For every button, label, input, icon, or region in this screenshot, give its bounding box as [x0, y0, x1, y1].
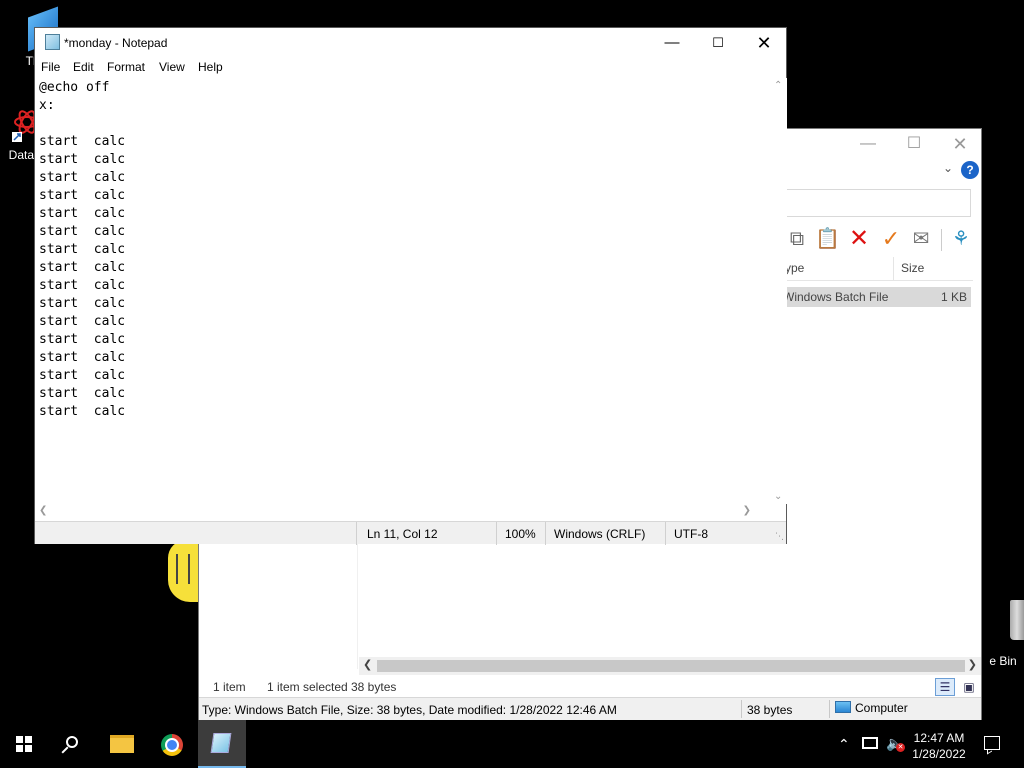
zoom-level: 100% [505, 527, 536, 541]
resize-grip-icon[interactable]: ⋱ [775, 531, 784, 542]
maximize-button[interactable]: ☐ [695, 28, 741, 58]
notepad-app-icon[interactable] [45, 34, 60, 50]
explorer-minimize-button[interactable]: — [855, 133, 881, 155]
notepad-window[interactable]: *monday - Notepad — ☐ ✕ File Edit Format… [34, 27, 787, 545]
explorer-status-bar: 1 item 1 item selected 38 bytes ☰ ▣ [199, 675, 981, 697]
explorer-toolbar: ⧉ 📋 ✕ ✓ ✉ ⚘ [779, 225, 979, 255]
line-ending-type: Windows (CRLF) [554, 527, 646, 541]
horizontal-scrollbar[interactable]: ❮ ❯ [35, 504, 771, 520]
close-button[interactable]: ✕ [741, 28, 787, 58]
notepad-status-bar: Ln 11, Col 12 100% Windows (CRLF) UTF-8 … [35, 521, 786, 545]
rename-icon[interactable]: ✉ [909, 227, 933, 251]
window-title: *monday - Notepad [64, 36, 168, 50]
explorer-details-bar: Type: Windows Batch File, Size: 38 bytes… [199, 697, 981, 720]
details-view-icon[interactable]: ☰ [935, 678, 955, 696]
recycle-bin-icon [1010, 600, 1024, 640]
recycle-bin-label: e Bin [989, 654, 1017, 668]
scroll-down-icon[interactable]: ⌄ [774, 491, 782, 502]
system-clock[interactable]: 12:47 AM 1/28/2022 [904, 730, 974, 762]
file-size-cell: 1 KB [940, 290, 967, 304]
location-label: Computer [855, 701, 908, 715]
divider [829, 700, 830, 718]
scroll-right-icon[interactable]: ❯ [968, 658, 977, 671]
taskbar-file-explorer[interactable] [98, 720, 146, 768]
divider [665, 522, 666, 545]
chevron-down-icon[interactable]: ⌄ [943, 161, 953, 175]
help-icon[interactable]: ? [961, 161, 979, 179]
menu-edit[interactable]: Edit [73, 60, 94, 74]
file-list-header: ype Size [779, 257, 973, 281]
file-details-text: Type: Windows Batch File, Size: 38 bytes… [202, 703, 617, 717]
explorer-horizontal-scrollbar[interactable]: ❮ ❯ [359, 657, 981, 675]
menu-bar: File Edit Format View Help [35, 58, 786, 78]
tiles-view-icon[interactable]: ▣ [959, 678, 979, 696]
file-type-cell: Windows Batch File [783, 290, 889, 304]
file-details-size: 38 bytes [747, 703, 793, 717]
scroll-right-icon[interactable]: ❯ [743, 505, 751, 516]
divider [741, 700, 742, 718]
column-header-size[interactable]: Size [901, 261, 924, 275]
text-editor-area[interactable]: @echo off x: start calc start calc start… [35, 78, 771, 504]
scrollbar-thumb[interactable] [377, 660, 965, 672]
explorer-maximize-button[interactable]: ☐ [901, 133, 927, 155]
scroll-left-icon[interactable]: ❮ [363, 658, 372, 671]
location-zone: Computer [835, 701, 908, 715]
menu-format[interactable]: Format [107, 60, 145, 74]
minimize-button[interactable]: — [649, 28, 695, 58]
show-hidden-icons-chevron-icon[interactable]: ⌃ [838, 736, 850, 753]
checkmark-icon[interactable]: ✓ [879, 227, 903, 251]
notification-center-icon[interactable] [984, 736, 1000, 750]
clock-time: 12:47 AM [913, 731, 965, 745]
cursor-position: Ln 11, Col 12 [367, 527, 438, 541]
desktop: Thi DataW e Bin — ☐ ✕ ⌄ ? [0, 0, 1024, 720]
taskbar: ⌃ 🔈 ✕ 12:47 AM 1/28/2022 [0, 720, 1024, 768]
divider [496, 522, 497, 545]
explorer-close-button[interactable]: ✕ [947, 133, 973, 155]
yellow-desktop-icon[interactable] [168, 540, 202, 602]
menu-view[interactable]: View [159, 60, 185, 74]
taskbar-chrome[interactable] [148, 720, 196, 768]
notepad-titlebar[interactable]: *monday - Notepad — ☐ ✕ [35, 28, 786, 58]
network-icon[interactable] [862, 737, 878, 749]
file-row-selected[interactable]: Windows Batch File 1 KB [779, 287, 971, 307]
delete-icon[interactable]: ✕ [847, 227, 871, 251]
selected-size: 38 bytes [351, 680, 397, 694]
chrome-icon [161, 734, 183, 756]
column-header-type[interactable]: ype [785, 261, 804, 275]
explorer-address-bar[interactable] [779, 189, 971, 217]
start-button[interactable] [0, 720, 48, 768]
computer-icon [835, 701, 851, 713]
encoding: UTF-8 [674, 527, 708, 541]
menu-help[interactable]: Help [198, 60, 223, 74]
taskbar-notepad[interactable] [198, 720, 246, 768]
column-divider[interactable] [893, 257, 894, 281]
navigation-pane-divider[interactable] [357, 539, 358, 669]
search-icon-handle [61, 746, 69, 754]
paste-icon[interactable]: 📋 [815, 227, 840, 251]
vertical-scrollbar[interactable]: ⌃ ⌄ [771, 78, 787, 504]
shell-icon[interactable]: ⚘ [949, 227, 973, 251]
scroll-left-icon[interactable]: ❮ [39, 505, 47, 516]
scroll-up-icon[interactable]: ⌃ [774, 80, 782, 91]
clock-date: 1/28/2022 [912, 747, 966, 761]
selected-count: 1 item selected [267, 680, 348, 694]
divider [356, 522, 357, 545]
item-count: 1 item [213, 680, 246, 694]
toolbar-separator [941, 229, 942, 251]
copy-icon[interactable]: ⧉ [785, 227, 809, 251]
notepad-icon [210, 733, 232, 753]
menu-file[interactable]: File [41, 60, 60, 74]
recycle-bin-desktop-icon[interactable]: e Bin [982, 600, 1024, 668]
windows-logo-icon [16, 736, 32, 752]
search-button[interactable] [48, 720, 96, 768]
divider [545, 522, 546, 545]
volume-muted-icon[interactable]: 🔈 ✕ [886, 735, 905, 752]
folder-icon [110, 735, 134, 753]
